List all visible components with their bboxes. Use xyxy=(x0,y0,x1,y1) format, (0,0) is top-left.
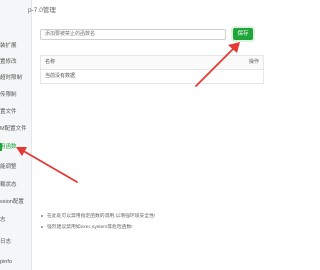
table-empty-row: 当前没有数据 xyxy=(41,70,263,84)
column-header-name: 名称 xyxy=(45,59,56,65)
sidebar-item-session-config[interactable]: ssion配置 xyxy=(0,196,31,208)
column-header-actions: 操作 xyxy=(248,59,259,65)
sidebar-item-performance-tuning[interactable]: 能调整 xyxy=(0,161,31,173)
sidebar-item-timeout-limit[interactable]: 超时限制 xyxy=(0,72,31,84)
tip-item: 在此处可以禁用指定函数的调用,以增强环境安全性! xyxy=(40,211,260,222)
sidebar-item-upload-limit[interactable]: 传限制 xyxy=(0,89,31,101)
window-title: p-7.0管理 xyxy=(28,7,56,14)
table-header-row: 名称 操作 xyxy=(41,56,263,70)
sidebar-item-load-status[interactable]: 载状态 xyxy=(0,179,31,191)
sidebar-item-config-file[interactable]: 置文件 xyxy=(0,106,31,118)
sidebar-item-log[interactable]: 志 xyxy=(0,214,31,226)
save-button[interactable]: 保存 xyxy=(233,28,253,40)
tips-list: 在此处可以禁用指定函数的调用,以增强环境安全性! 强烈建议禁用如exec,sys… xyxy=(40,211,260,233)
empty-text: 当前没有数据 xyxy=(45,73,76,79)
tip-item: 强烈建议禁用如exec,system等危险函数! xyxy=(40,222,260,233)
sidebar-item-disable-functions[interactable]: 用函数 xyxy=(0,141,31,153)
disabled-functions-table: 名称 操作 当前没有数据 xyxy=(40,55,264,84)
sidebar-item-config-edit[interactable]: 置修改 xyxy=(0,56,31,68)
sidebar-item-phpinfo[interactable]: pinfo xyxy=(0,256,31,268)
function-name-input[interactable] xyxy=(40,29,226,40)
sidebar-item-install-extensions[interactable]: 装扩展 xyxy=(0,40,31,52)
sidebar-item-slow-log[interactable]: 日志 xyxy=(0,236,31,248)
sidebar-item-fpm-config-file[interactable]: M配置文件 xyxy=(0,123,31,135)
sidebar: 装扩展 置修改 超时限制 传限制 置文件 M配置文件 用函数 能调整 载状态 s… xyxy=(0,0,32,270)
